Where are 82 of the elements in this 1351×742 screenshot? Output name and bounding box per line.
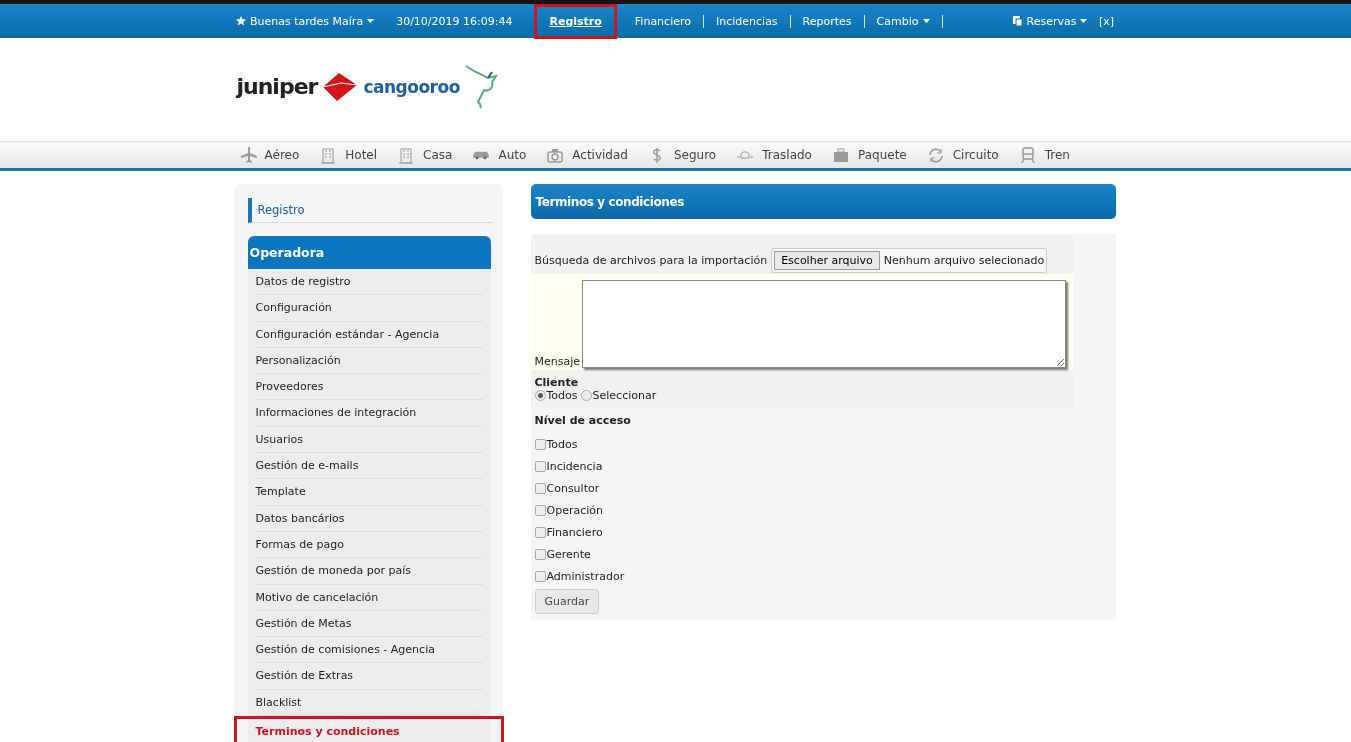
sidebar-item[interactable]: Informaciones de integración — [255, 400, 483, 427]
checkbox-label: Incidencia — [546, 459, 603, 473]
diamond-logo-icon — [321, 70, 360, 103]
radio-button[interactable] — [580, 390, 592, 401]
radio-label: Seleccionar — [592, 389, 657, 402]
reservations-menu[interactable]: Reservas — [1013, 14, 1088, 28]
nav-link[interactable]: Registro — [537, 14, 614, 28]
circuit-icon — [926, 146, 945, 164]
sidebar-item[interactable]: Gestión de e-mails — [255, 453, 483, 480]
group-header: Operadora — [247, 236, 491, 269]
plane-icon — [238, 146, 257, 164]
checkbox[interactable] — [534, 526, 546, 538]
sidebar-item[interactable]: Template — [255, 479, 483, 506]
file-label: Búsqueda de archivos para la importación — [534, 253, 768, 267]
brand-logo-text: juniper — [236, 74, 318, 99]
greeting-menu[interactable]: Buenas tardes Maíra — [236, 14, 375, 28]
client-label: Cliente — [534, 375, 580, 389]
checkbox-label: Financiero — [546, 525, 603, 539]
sidebar-item[interactable]: Personalización — [255, 347, 483, 375]
sidebar-item[interactable]: Terminos y condiciones — [233, 716, 504, 742]
radio-button[interactable] — [534, 390, 546, 401]
service-tab[interactable]: Paquete — [831, 146, 907, 164]
building-icon — [319, 146, 338, 164]
service-tab[interactable]: Aéreo — [238, 146, 300, 164]
service-tab[interactable]: Traslado — [736, 146, 812, 164]
caret-icon — [1080, 19, 1088, 23]
checkbox[interactable] — [534, 460, 546, 472]
file-field[interactable]: Escolher arquivo Nenhum arquivo selecionado — [771, 247, 1048, 273]
message-label: Mensaje — [534, 355, 581, 368]
nav-link[interactable]: Cambio — [864, 14, 944, 28]
service-tab[interactable]: Seguro — [647, 146, 717, 164]
checkbox[interactable] — [534, 438, 546, 450]
page-title: Terminos y condiciones — [530, 184, 1116, 219]
sidebar-item[interactable]: Datos de registro — [255, 269, 483, 296]
car-icon — [472, 150, 491, 160]
nav-link[interactable]: Reportes — [790, 14, 865, 28]
service-tab[interactable]: Actividad — [546, 146, 628, 164]
train-icon — [1018, 146, 1037, 164]
sidebar-item[interactable]: Configuración — [255, 295, 483, 322]
sidebar-item[interactable]: Gestión de Metas — [255, 610, 483, 638]
star-icon — [236, 16, 246, 26]
caret-icon — [367, 19, 375, 23]
checkbox-label: Consultor — [546, 481, 600, 495]
checkbox-label: Gerente — [546, 547, 591, 561]
sidebar-item[interactable]: Datos bancários — [255, 505, 483, 532]
checkbox[interactable] — [534, 504, 546, 516]
sidebar-item[interactable]: Proveedores — [255, 374, 483, 401]
sidebar-item[interactable]: Usuarios — [255, 426, 483, 454]
message-field[interactable] — [582, 280, 1067, 368]
service-tab[interactable]: Auto — [472, 148, 527, 162]
briefcase-icon — [831, 146, 850, 164]
sidebar-item[interactable]: Gestión de moneda por país — [255, 558, 483, 585]
checkbox[interactable] — [534, 482, 546, 494]
choose-file-button[interactable]: Escolher arquivo — [774, 250, 880, 270]
checkbox-label: Todos — [546, 437, 578, 451]
close-link[interactable]: [x] — [1098, 14, 1114, 28]
save-button[interactable]: Guardar — [534, 589, 600, 614]
service-tab[interactable]: Circuito — [926, 146, 999, 164]
camera-icon — [546, 146, 565, 164]
checkbox-label: Operación — [546, 503, 603, 517]
checkbox-label: Administrador — [546, 569, 625, 583]
sidebar-item[interactable]: Gestión de comisiones - Agencia — [255, 637, 483, 664]
document-icon — [1013, 16, 1023, 26]
sidebar-item[interactable]: Configuración estándar - Agencia — [255, 321, 483, 348]
sidebar-item[interactable]: Formas de pago — [255, 531, 483, 559]
nav-link[interactable]: Financiero — [622, 14, 704, 28]
sidebar-item[interactable]: Gestión de Extras — [255, 663, 483, 690]
file-status: Nenhum arquivo selecionado — [883, 253, 1045, 267]
checkbox[interactable] — [534, 548, 546, 560]
date-time: 30/10/2019 16:09:44 — [396, 14, 513, 28]
checkbox[interactable] — [534, 570, 546, 582]
partner-logo-text: cangooroo — [363, 76, 460, 97]
service-tab[interactable]: Casa — [397, 146, 453, 164]
radio-label: Todos — [546, 389, 578, 402]
section-link[interactable]: Registro — [247, 198, 493, 223]
building-icon — [397, 146, 416, 164]
nav-link[interactable]: Incidencias — [704, 14, 791, 28]
service-tab[interactable]: Hotel — [319, 146, 378, 164]
sidebar-item[interactable]: Blacklist — [255, 689, 483, 717]
service-tab[interactable]: Tren — [1018, 146, 1070, 164]
access-label: Nível de acceso — [534, 413, 632, 429]
sidebar-item[interactable]: Motivo de cancelación — [255, 584, 483, 611]
